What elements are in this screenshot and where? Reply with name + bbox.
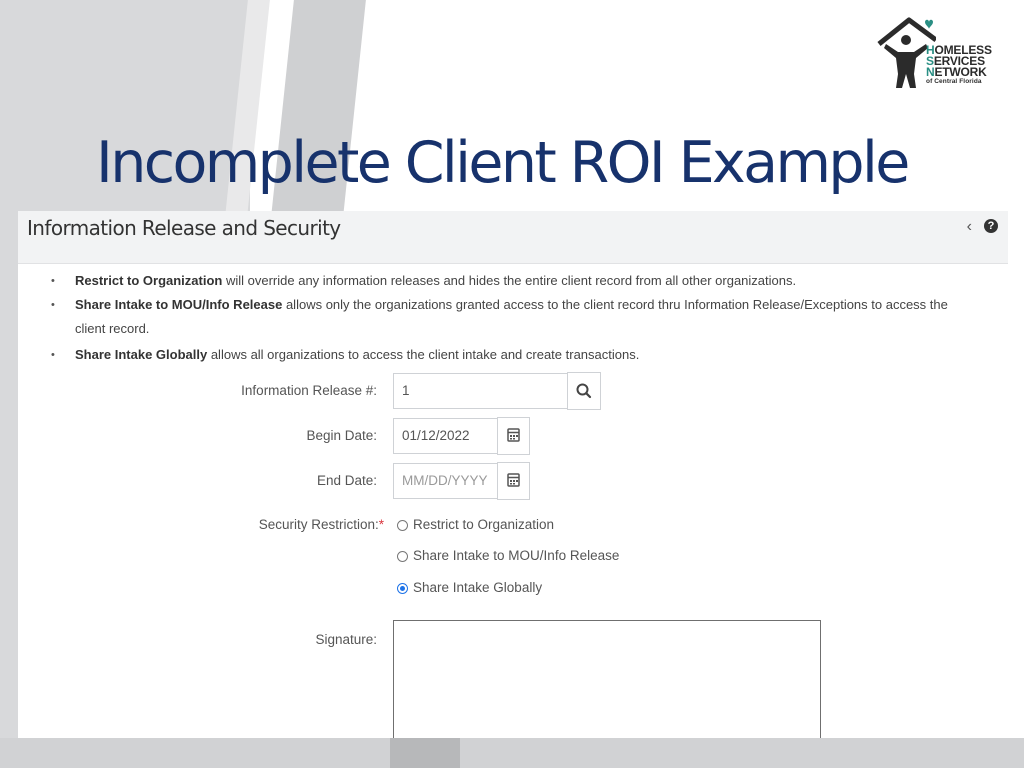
radio-label: Share Intake Globally: [413, 580, 543, 595]
logo-subtitle: of Central Florida: [926, 78, 982, 85]
bullet: •: [51, 275, 55, 287]
security-restriction-text: Security Restriction:: [258, 517, 379, 532]
end-date-label: End Date:: [316, 473, 377, 488]
signature-label: Signature:: [315, 632, 377, 647]
question-circle-icon[interactable]: ?: [984, 219, 998, 233]
background-band-accent: [390, 738, 460, 768]
radio-button[interactable]: [397, 551, 408, 562]
radio-button-selected[interactable]: [397, 583, 408, 594]
slide-title: Incomplete Client ROI Example: [96, 130, 910, 196]
logo-word: ETWORK: [934, 65, 987, 79]
end-date-placeholder: MM/DD/YYYY: [402, 473, 488, 488]
security-restriction-label: Security Restriction:*: [184, 517, 384, 532]
signature-pad[interactable]: [393, 620, 821, 738]
info-release-search-button[interactable]: [567, 372, 601, 410]
radio-button[interactable]: [397, 520, 408, 531]
note-term: Share Intake to MOU/Info Release: [75, 297, 283, 312]
panel-header: Information Release and Security ‹ ?: [18, 211, 1008, 264]
note-item: • Share Intake Globally allows all organi…: [51, 343, 975, 367]
note-item: • Share Intake to MOU/Info Release allows…: [51, 293, 975, 341]
calendar-icon: [507, 428, 520, 442]
roi-panel: Information Release and Security ‹ ? • Re…: [18, 211, 1008, 738]
begin-date-calendar-button[interactable]: [497, 417, 530, 455]
bullet: •: [51, 299, 55, 311]
required-marker: *: [378, 517, 384, 532]
radio-share-intake-mou[interactable]: Share Intake to MOU/Info Release: [397, 546, 619, 566]
note-term: Share Intake Globally: [75, 347, 208, 362]
note-item: • Restrict to Organization will override …: [51, 269, 975, 293]
info-release-label: Information Release #:: [241, 383, 377, 398]
radio-restrict-to-organization[interactable]: Restrict to Organization: [397, 515, 554, 535]
background-bottom-band: [0, 738, 1024, 768]
radio-label: Restrict to Organization: [413, 517, 555, 532]
info-release-input[interactable]: 1: [393, 373, 568, 409]
begin-date-label: Begin Date:: [306, 428, 377, 443]
radio-label: Share Intake to MOU/Info Release: [413, 548, 620, 563]
note-term: Restrict to Organization: [75, 273, 223, 288]
begin-date-input[interactable]: 01/12/2022: [393, 418, 498, 454]
calendar-icon: [507, 473, 520, 487]
hsn-logo: HOMELESS SERVICES NETWORK of Central Flo…: [876, 14, 1006, 94]
end-date-input[interactable]: MM/DD/YYYY: [393, 463, 498, 499]
note-text: allows all organizations to access the c…: [207, 347, 640, 362]
search-icon: [576, 383, 592, 399]
radio-share-intake-globally[interactable]: Share Intake Globally: [397, 578, 542, 598]
chevron-left-icon[interactable]: ‹: [967, 218, 972, 236]
note-text: will override any information releases a…: [222, 273, 797, 288]
end-date-calendar-button[interactable]: [497, 462, 530, 500]
panel-title: Information Release and Security: [27, 216, 341, 240]
logo-wordmark: HOMELESS SERVICES NETWORK of Central Flo…: [926, 44, 992, 86]
bullet: •: [51, 349, 55, 361]
